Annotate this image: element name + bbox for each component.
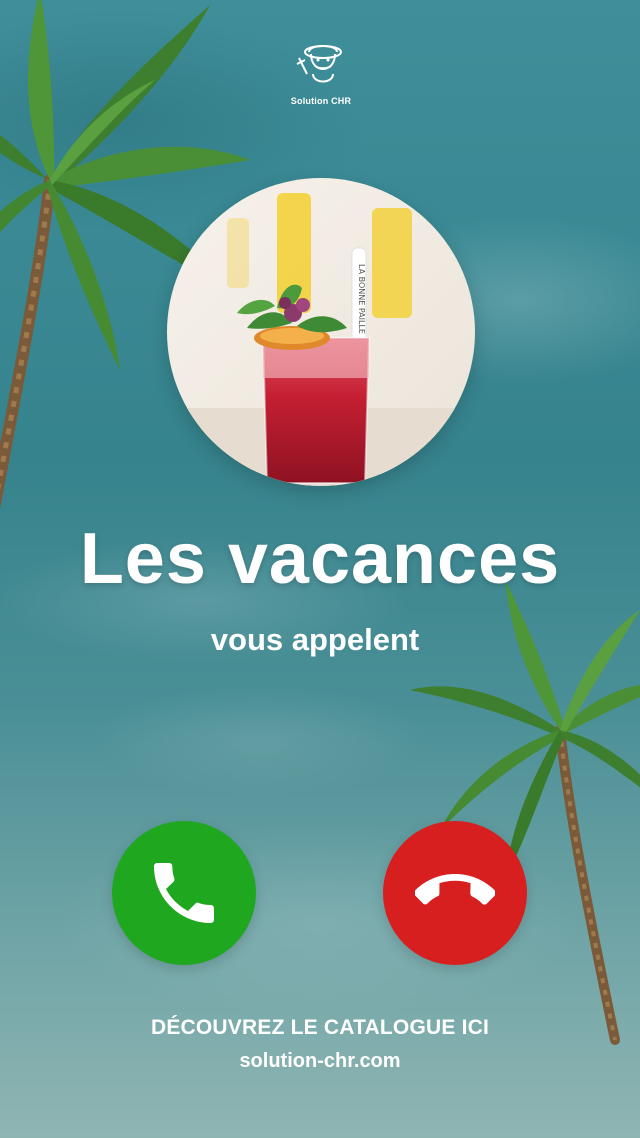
accept-call-button[interactable] [112,821,256,965]
logo-text: Solution CHR [290,96,352,106]
website-link[interactable]: solution-chr.com [0,1050,640,1073]
phone-accept-icon [154,863,214,923]
page-subtitle: vous appelent [210,622,420,657]
caller-avatar: LA BONNE PAILLE [167,178,475,486]
phone-decline-icon [415,874,495,905]
mascot-icon [296,45,342,83]
cocktail-image: LA BONNE PAILLE [167,178,475,486]
straw-text: LA BONNE PAILLE [357,264,366,334]
catalogue-cta-link[interactable]: DÉCOUVREZ LE CATALOGUE ICI [0,1016,640,1040]
page-title: Les vacances [79,519,561,599]
decline-call-button[interactable] [383,821,527,965]
brand-logo: Solution CHR [286,38,356,108]
